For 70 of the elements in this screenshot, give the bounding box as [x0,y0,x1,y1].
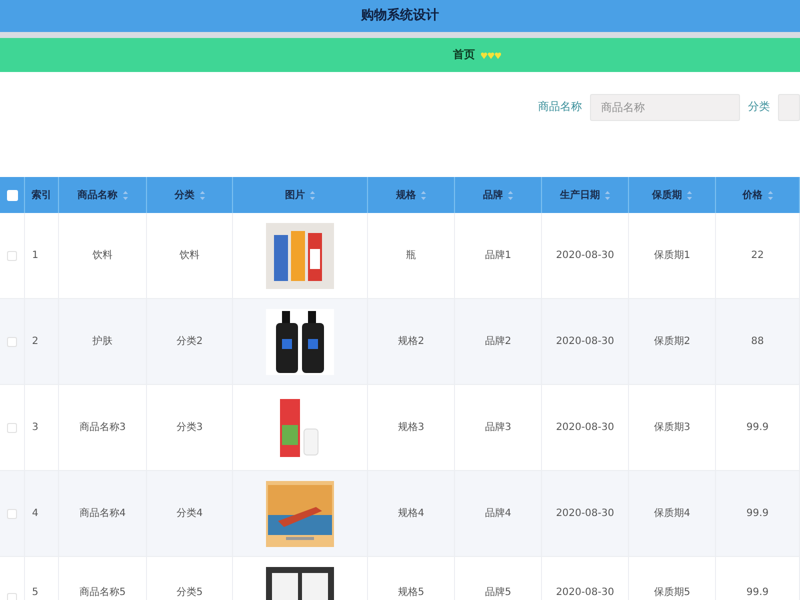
table-cell-text: 2020-08-30 [556,586,614,600]
table-cell-text: 商品名称5 [79,586,126,600]
column-header[interactable]: 规格 [396,188,416,202]
table-cell-text: 品牌1 [484,249,512,263]
table-cell-text: 瓶 [406,249,416,263]
column-header[interactable]: 保质期 [652,188,682,202]
search-field[interactable] [778,94,800,120]
row-checkbox[interactable] [7,336,17,346]
table-cell-text: 规格4 [398,506,424,521]
hearts-icon [481,52,501,58]
table-cell-text: 规格2 [398,334,424,349]
table-cell-text: 2 [32,335,38,349]
table-cell-text: 品牌4 [484,507,512,521]
row-checkbox[interactable] [7,593,17,600]
table-cell-text: 5 [32,586,38,600]
table-cell-text: 分类3 [176,420,203,435]
table-cell-text: 2020-08-30 [556,249,614,263]
column-header[interactable]: 生产日期 [560,188,600,202]
sort-icon[interactable] [421,190,426,200]
table-cell-text: 分类2 [176,334,203,349]
breadcrumb-home[interactable]: 首页 [453,46,475,64]
table-cell-text: 品牌5 [484,586,512,600]
column-header[interactable]: 品牌 [483,188,503,202]
table-cell-text: 规格3 [398,420,424,435]
field-label: 商品名称 [538,98,582,115]
table-cell-text: 保质期1 [654,248,690,263]
select-all-checkbox[interactable] [6,190,18,200]
table-cell-text: 商品名称3 [79,420,126,435]
table-cell-text: 22 [751,249,764,263]
table-cell-text: 2020-08-30 [556,421,614,435]
sort-icon[interactable] [200,190,204,200]
table-cell-text: 保质期3 [654,420,690,435]
table-cell-text: 4 [32,507,38,521]
column-header[interactable]: 图片 [285,188,305,202]
table-cell-text: 饮料 [180,248,200,263]
column-header[interactable]: 分类 [174,188,194,202]
table-cell-text: 商品名称4 [79,506,126,521]
table-cell-text: 88 [751,335,764,349]
table-cell-text: 保质期2 [654,334,690,349]
table-cell-text: 分类4 [176,506,203,521]
table-cell-text: 99.9 [746,421,769,435]
column-header[interactable]: 商品名称 [78,188,118,202]
row-checkbox[interactable] [7,422,17,432]
page-title: 购物系统设计 [361,6,439,26]
table-cell-text: 3 [32,421,38,435]
table-cell-text: 规格5 [398,586,424,600]
field-label: 分类 [748,98,770,115]
table-cell-text: 分类5 [176,586,203,600]
table-cell-text: 2020-08-30 [556,335,614,349]
search-field[interactable]: 商品名称 [590,94,740,120]
sort-icon[interactable] [605,190,610,200]
sort-icon[interactable] [122,190,128,200]
table-cell-text: 品牌2 [484,335,512,349]
table-cell-text: 保质期4 [654,506,690,521]
sort-icon[interactable] [768,190,772,200]
sort-icon[interactable] [508,190,513,200]
table-cell-text: 1 [32,249,38,263]
table-cell-text: 2020-08-30 [556,507,614,521]
table-cell-text: 99.9 [746,507,769,521]
table-cell-text: 99.9 [746,586,769,600]
table-cell-text: 饮料 [92,248,112,263]
sort-icon[interactable] [310,190,315,200]
sort-icon[interactable] [687,190,692,200]
table-cell-text: 品牌3 [484,421,512,435]
table-cell-text: 保质期5 [654,586,690,600]
row-checkbox[interactable] [7,508,17,518]
column-header[interactable]: 索引 [32,188,52,202]
row-checkbox[interactable] [7,250,17,260]
table-cell-text: 护肤 [92,334,112,349]
column-header[interactable]: 价格 [742,188,762,202]
